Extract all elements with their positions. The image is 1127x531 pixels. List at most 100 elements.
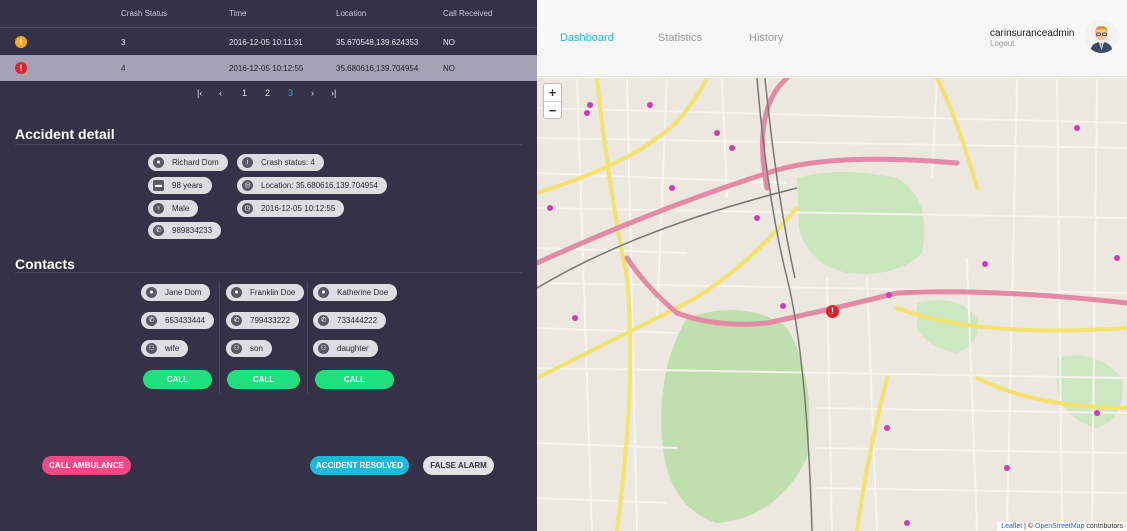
victim-phone-text: 989834233 (172, 226, 213, 235)
leaflet-link[interactable]: Leaflet (1001, 523, 1022, 530)
prev-page-button[interactable]: ‹ (219, 88, 222, 98)
person-icon: ● (153, 157, 164, 168)
divider (307, 282, 308, 394)
victim-name-text: Richard Dom (172, 158, 219, 167)
page-3-button[interactable]: 3 (288, 88, 293, 98)
false-alarm-button[interactable]: FALSE ALARM (423, 456, 494, 475)
first-page-button[interactable]: |‹ (197, 88, 202, 98)
divider (15, 272, 522, 273)
row-location: 35.670548,139.624353 (336, 38, 419, 47)
table-row[interactable]: ! 3 2016-12-05 10:11:31 35.670548,139.62… (0, 29, 537, 55)
row-call-received: NO (443, 38, 455, 47)
people-icon: ⚇ (146, 343, 157, 354)
victim-gender-text: Male (172, 204, 190, 213)
contact-phone: ✆ 733444222 (313, 312, 387, 329)
avatar[interactable] (1085, 20, 1118, 53)
accident-marker-icon[interactable]: ! (826, 305, 839, 318)
left-panel: Crash Status Time Location Call Received… (0, 0, 537, 531)
page-1-button[interactable]: 1 (242, 88, 247, 98)
row-location: 35.680616,139.704954 (336, 64, 419, 73)
contact-relation: ⚇ son (226, 340, 272, 357)
contact-name: ● Franklin Doe (226, 284, 305, 301)
table-header: Crash Status Time Location Call Received (0, 0, 537, 28)
phone-icon: ✆ (153, 225, 164, 236)
header-call-received: Call Received (443, 9, 493, 18)
people-icon: ⚇ (231, 343, 242, 354)
next-page-button[interactable]: › (311, 88, 314, 98)
zoom-in-button[interactable]: + (544, 84, 561, 101)
alert-icon: ! (15, 62, 27, 74)
attribution-text: contributors (1084, 523, 1123, 530)
person-icon: ● (146, 287, 157, 298)
zoom-control: + − (543, 83, 562, 119)
crash-location-text: Location: 35.680616,139.704954 (261, 181, 378, 190)
person-icon: ● (318, 287, 329, 298)
call-ambulance-button[interactable]: CALL AMBULANCE (42, 456, 131, 475)
zoom-out-button[interactable]: − (544, 101, 561, 118)
divider (219, 282, 220, 394)
victim-phone: ✆ 989834233 (148, 222, 222, 239)
nav-dashboard[interactable]: Dashboard (560, 32, 614, 44)
contact-phone: ✆ 653433444 (141, 312, 215, 329)
page-2-button[interactable]: 2 (265, 88, 270, 98)
warning-icon: ! (15, 36, 27, 48)
call-contact-button[interactable]: CALL (227, 370, 300, 389)
phone-icon: ✆ (318, 315, 329, 326)
contact-relation: ⚇ wife (141, 340, 189, 357)
contact-relation-text: wife (165, 344, 180, 353)
contact-phone-text: 799433222 (250, 316, 291, 325)
row-status: 3 (121, 38, 126, 47)
contact-name: ● Jane Dom (141, 284, 211, 301)
map-view[interactable]: + − ! Leaflet | © OpenStreetMap contribu… (537, 78, 1127, 531)
crash-time: ◷ 2016-12-05 10:12:55 (237, 200, 345, 217)
header-crash-status: Crash Status (121, 9, 168, 18)
accident-resolved-button[interactable]: ACCIDENT RESOLVED (310, 456, 409, 475)
top-navbar: Dashboard Statistics History carinsuranc… (537, 0, 1127, 77)
header-location: Location (336, 9, 367, 18)
header-time: Time (229, 9, 247, 18)
victim-age: ▬ 98 years (148, 177, 212, 194)
contact-phone-text: 733444222 (337, 316, 378, 325)
map-attribution: Leaflet | © OpenStreetMap contributors (997, 522, 1127, 531)
contact-relation-text: daughter (337, 344, 369, 353)
victim-name: ● Richard Dom (148, 154, 228, 171)
call-contact-button[interactable]: CALL (143, 370, 212, 389)
nav-history[interactable]: History (749, 32, 783, 44)
location-target-icon: ◎ (242, 180, 253, 191)
right-panel: Dashboard Statistics History carinsuranc… (537, 0, 1127, 531)
crash-location: ◎ Location: 35.680616,139.704954 (237, 177, 387, 194)
username: carinsuranceadmin (990, 28, 1075, 39)
logout-link[interactable]: Logout (990, 39, 1014, 48)
crash-time-text: 2016-12-05 10:12:55 (261, 204, 336, 213)
people-icon: ⚇ (318, 343, 329, 354)
crash-status: i Crash status: 4 (237, 154, 324, 171)
contact-phone-text: 653433444 (165, 316, 206, 325)
row-call-received: NO (443, 64, 455, 73)
attribution-separator: | © (1022, 523, 1036, 530)
divider (15, 144, 522, 145)
crash-status-text: Crash status: 4 (261, 158, 315, 167)
contact-name-text: Jane Dom (165, 288, 202, 297)
call-contact-button[interactable]: CALL (315, 370, 394, 389)
osm-link[interactable]: OpenStreetMap (1035, 523, 1084, 530)
phone-icon: ✆ (231, 315, 242, 326)
last-page-button[interactable]: ›| (331, 88, 336, 98)
gender-icon: ♀ (153, 203, 164, 214)
victim-gender: ♀ Male (148, 200, 199, 217)
phone-icon: ✆ (146, 315, 157, 326)
contact-name-text: Katherine Doe (337, 288, 389, 297)
row-status: 4 (121, 64, 126, 73)
info-icon: i (242, 157, 253, 168)
nav-statistics[interactable]: Statistics (658, 32, 702, 44)
table-row-selected[interactable]: ! 4 2016-12-05 10:12:55 35.680616,139.70… (0, 55, 537, 81)
cake-icon: ▬ (153, 180, 164, 191)
row-time: 2016-12-05 10:12:55 (229, 64, 304, 73)
contact-name: ● Katherine Doe (313, 284, 398, 301)
avatar-icon (1085, 20, 1118, 53)
accident-detail-title: Accident detail (15, 126, 115, 142)
contacts-title: Contacts (15, 256, 75, 272)
contact-relation-text: son (250, 344, 263, 353)
row-time: 2016-12-05 10:11:31 (229, 38, 303, 47)
contact-phone: ✆ 799433222 (226, 312, 300, 329)
person-icon: ● (231, 287, 242, 298)
